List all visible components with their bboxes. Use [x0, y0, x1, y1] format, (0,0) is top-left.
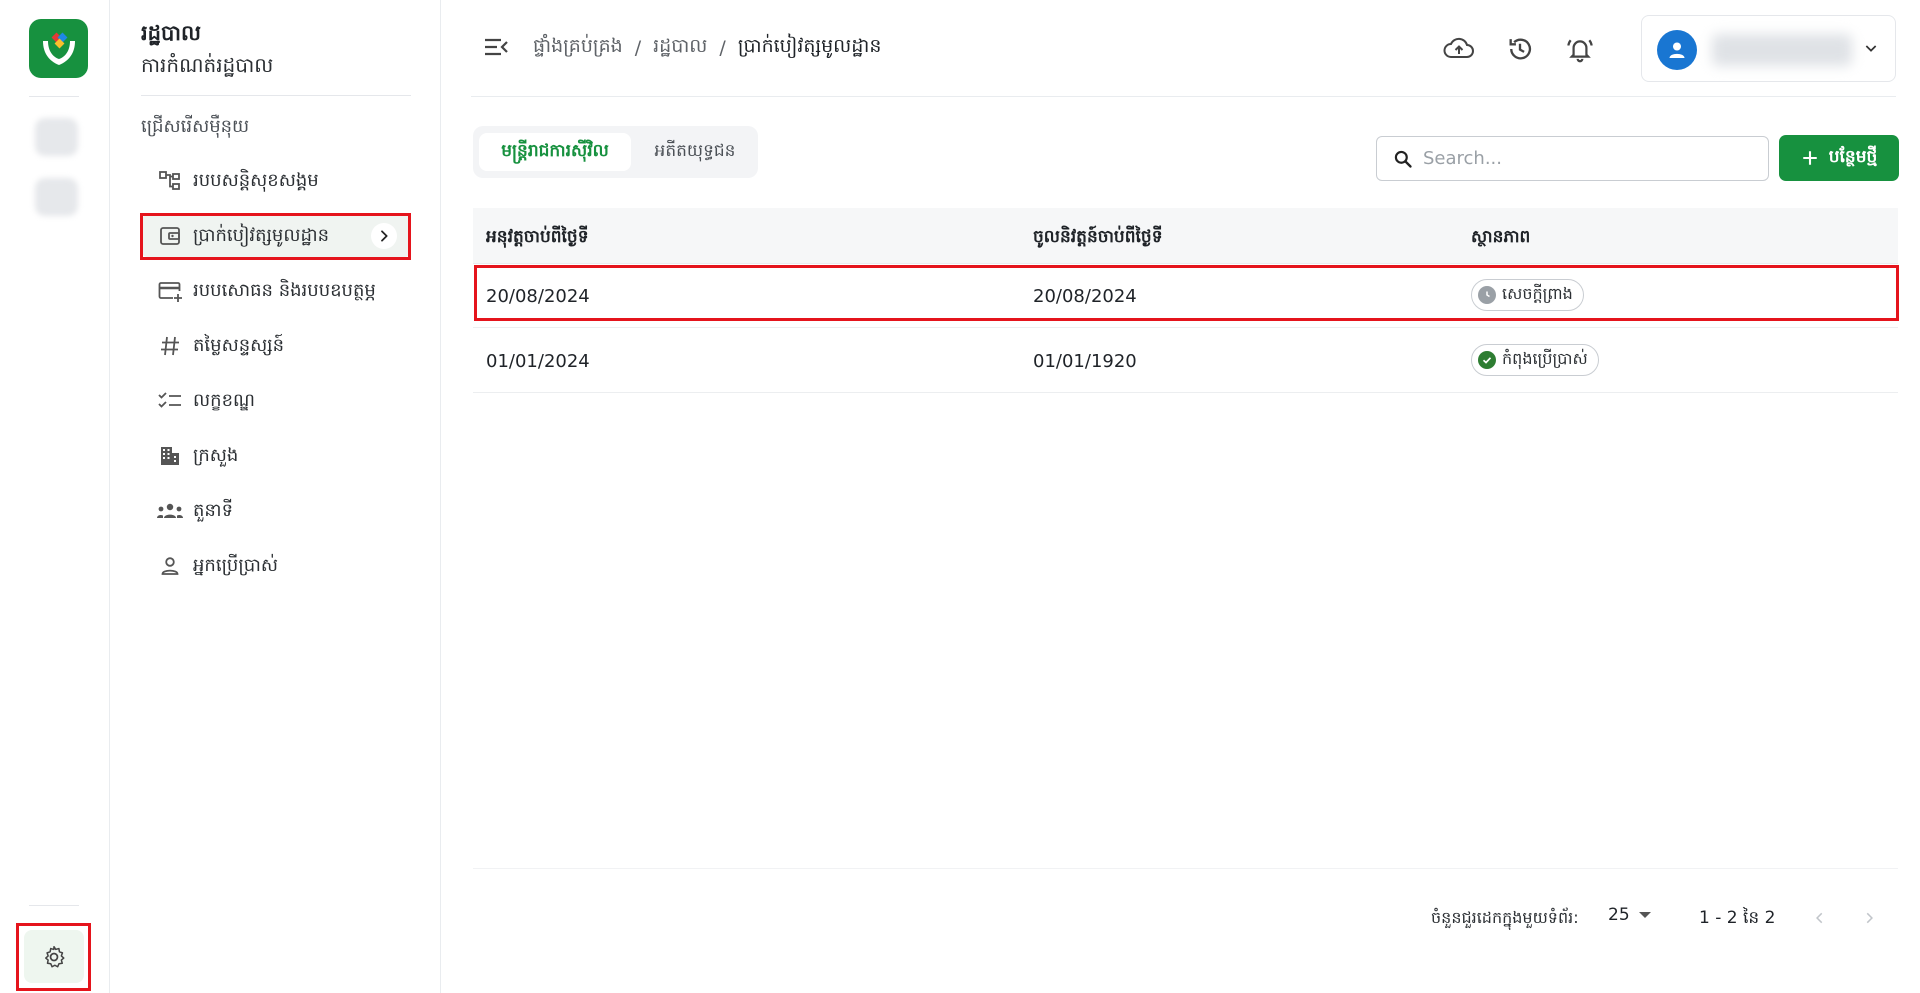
rows-per-page-value: 25	[1608, 905, 1630, 925]
pagination-range: 1 - 2 នៃ 2	[1699, 908, 1776, 928]
breadcrumb-item-current: ប្រាក់បៀវត្សមូលដ្ឋាន	[737, 35, 882, 57]
menu-item-label: តម្លៃសន្ទស្សន៍	[193, 334, 285, 356]
table-row[interactable]: 20/08/2024 20/08/2024 សេចក្តីព្រាង	[473, 265, 1898, 328]
chevron-left-icon	[1816, 912, 1823, 924]
chevron-right-icon	[371, 223, 397, 249]
column-header-status[interactable]: ស្ថានភាព	[1471, 226, 1530, 251]
tab-veterans[interactable]: អតីតយុទ្ធជន	[639, 133, 751, 171]
cell-effective-from: 20/08/2024	[486, 286, 590, 307]
menu-item-social-security[interactable]: របបសន្តិសុខសង្គម	[141, 160, 411, 202]
status-badge-label: កំពុងប្រើប្រាស់	[1502, 349, 1588, 368]
menu-item-base-salary[interactable]: ប្រាក់បៀវត្សមូលដ្ឋាន	[141, 215, 411, 257]
history-icon	[1509, 38, 1532, 60]
check-circle-icon	[1478, 351, 1496, 369]
checklist-icon	[141, 389, 193, 413]
search-icon	[1394, 150, 1412, 168]
rail-divider	[29, 96, 79, 97]
table-pagination: ចំនួនជួរដេកក្នុងមួយទំព័រ: 25 1 - 2 នៃ 2	[473, 868, 1898, 968]
previous-page-button[interactable]	[1807, 905, 1833, 931]
admin-menu-panel: រដ្ឋបាល ការកំណត់រដ្ឋបាល ជ្រើសរើសម៉ឺនុយ រ…	[111, 0, 441, 993]
rail-item-blurred[interactable]	[35, 118, 78, 156]
collapse-menu-button[interactable]	[483, 36, 509, 63]
employee-type-tabs: មន្ត្រីរាជការស៊ីវិល អតីតយុទ្ធជន	[473, 126, 758, 178]
breadcrumb: ផ្ទាំងគ្រប់គ្រង / រដ្ឋបាល / ប្រាក់បៀវត្ស…	[533, 34, 881, 62]
rows-per-page-label: ចំនួនជួរដេកក្នុងមួយទំព័រ:	[1431, 908, 1579, 927]
table-row[interactable]: 01/01/2024 01/01/1920 កំពុងប្រើប្រាស់	[473, 330, 1898, 393]
history-button[interactable]	[1503, 32, 1537, 66]
rows-per-page-select[interactable]: 25	[1608, 905, 1652, 925]
menu-item-label: លក្ខខណ្ឌ	[193, 389, 255, 411]
menu-collapse-icon	[485, 38, 508, 56]
top-bar: ផ្ទាំងគ្រប់គ្រង / រដ្ឋបាល / ប្រាក់បៀវត្ស…	[471, 0, 1896, 97]
hierarchy-icon	[141, 169, 193, 193]
table-header: អនុវត្តចាប់ពីថ្ងៃទី ចូលនិវត្តន៍ចាប់ពីថ្ង…	[473, 208, 1898, 264]
user-name-blurred	[1712, 34, 1852, 66]
clock-icon	[1478, 286, 1496, 304]
add-new-button-label: បន្ថែមថ្មី	[1828, 146, 1878, 167]
card-add-icon	[141, 279, 193, 303]
menu-item-label: ក្រសួង	[193, 444, 239, 466]
breadcrumb-item-admin[interactable]: រដ្ឋបាល	[653, 34, 707, 62]
caret-down-icon	[1638, 912, 1651, 918]
plus-icon	[1802, 151, 1817, 165]
menu-item-users[interactable]: អ្នកប្រើប្រាស់	[141, 545, 411, 587]
notifications-button[interactable]	[1563, 32, 1597, 66]
hands-logo-icon	[42, 32, 75, 65]
icon-rail	[0, 0, 110, 993]
menu-item-label: របបសន្តិសុខសង្គម	[193, 169, 319, 191]
hash-icon	[141, 334, 193, 358]
menu-item-roles[interactable]: តួនាទី	[141, 490, 411, 532]
person-icon	[141, 554, 193, 578]
breadcrumb-separator: /	[719, 37, 726, 59]
add-new-button[interactable]: បន្ថែមថ្មី	[1779, 135, 1899, 181]
cell-effective-from: 01/01/2024	[486, 351, 590, 372]
menu-item-label: ប្រាក់បៀវត្សមូលដ្ឋាន	[193, 224, 330, 246]
column-header-effective-from[interactable]: អនុវត្តចាប់ពីថ្ងៃទី	[486, 226, 589, 251]
menu-item-conditions[interactable]: លក្ខខណ្ឌ	[141, 380, 411, 422]
cloud-upload-icon	[1443, 37, 1474, 58]
column-header-retire-from[interactable]: ចូលនិវត្តន៍ចាប់ពីថ្ងៃទី	[1033, 226, 1163, 251]
status-badge: សេចក្តីព្រាង	[1471, 279, 1584, 311]
settings-button[interactable]	[24, 930, 84, 983]
avatar	[1657, 30, 1697, 70]
menu-divider	[141, 95, 411, 96]
breadcrumb-item-dashboard[interactable]: ផ្ទាំងគ្រប់គ្រង	[533, 34, 623, 62]
chevron-down-icon	[1863, 40, 1879, 61]
menu-item-index-value[interactable]: តម្លៃសន្ទស្សន៍	[141, 325, 411, 367]
user-menu[interactable]	[1641, 15, 1896, 82]
gear-icon	[45, 945, 65, 968]
menu-item-label: របបសោធន និងរបបឧបត្ថម្ភ	[193, 279, 376, 301]
next-page-button[interactable]	[1856, 905, 1882, 931]
search-box[interactable]	[1376, 136, 1769, 181]
wallet-icon	[141, 224, 193, 248]
menu-item-label: តួនាទី	[193, 499, 233, 521]
user-avatar-icon	[1669, 42, 1685, 58]
status-badge-label: សេចក្តីព្រាង	[1502, 284, 1573, 303]
menu-item-label: អ្នកប្រើប្រាស់	[193, 554, 278, 576]
chevron-right-icon	[1866, 912, 1873, 924]
upload-button[interactable]	[1442, 32, 1476, 66]
status-badge: កំពុងប្រើប្រាស់	[1471, 344, 1599, 376]
cell-retire-from: 20/08/2024	[1033, 286, 1137, 307]
tab-civil-servants[interactable]: មន្ត្រីរាជការស៊ីវិល	[479, 133, 631, 171]
rail-divider	[29, 905, 79, 906]
app-logo[interactable]	[29, 19, 88, 78]
menu-item-pension-allowance[interactable]: របបសោធន និងរបបឧបត្ថម្ភ	[141, 270, 411, 312]
menu-subtitle: ការកំណត់រដ្ឋបាល	[141, 53, 274, 77]
search-input[interactable]	[1423, 148, 1743, 169]
menu-section-label: ជ្រើសរើសម៉ឺនុយ	[141, 116, 250, 137]
base-salary-table: អនុវត្តចាប់ពីថ្ងៃទី ចូលនិវត្តន៍ចាប់ពីថ្ង…	[473, 208, 1898, 868]
menu-item-ministry[interactable]: ក្រសួង	[141, 435, 411, 477]
breadcrumb-separator: /	[634, 37, 642, 59]
rail-item-blurred[interactable]	[35, 178, 78, 216]
bell-ringing-icon	[1567, 39, 1593, 63]
menu-title: រដ្ឋបាល	[141, 21, 201, 45]
building-icon	[141, 444, 193, 468]
cell-retire-from: 01/01/1920	[1033, 351, 1137, 372]
group-icon	[141, 500, 193, 522]
